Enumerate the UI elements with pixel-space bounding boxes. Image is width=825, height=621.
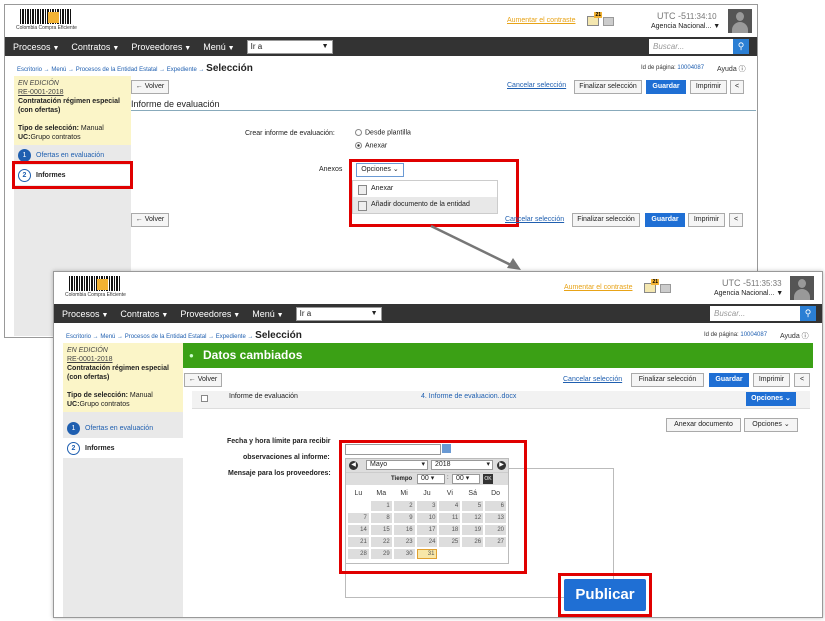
notification-icon[interactable]: 21 xyxy=(644,279,659,293)
nav-menu[interactable]: Menú xyxy=(203,42,234,52)
header: Colombia Compra Eficiente Aumentar el co… xyxy=(54,272,822,304)
help-link[interactable]: Ayuda ⓘ xyxy=(717,64,746,74)
finish-selection-button-bottom[interactable]: Finalizar selección xyxy=(572,213,640,227)
avatar[interactable] xyxy=(728,9,752,33)
help-link[interactable]: Ayuda ⓘ xyxy=(780,331,809,341)
deadline-label-2: observaciones al informe: xyxy=(243,454,330,461)
crumb-escritorio[interactable]: Escritorio xyxy=(17,67,42,73)
report-checkbox[interactable] xyxy=(201,395,208,402)
section-title: Informe de evaluación xyxy=(131,99,756,111)
crumb-expediente[interactable]: Expediente xyxy=(167,67,197,73)
cancel-selection-link[interactable]: Cancelar selección xyxy=(507,82,566,89)
radio-template[interactable]: Desde plantilla xyxy=(355,129,411,136)
nav-menu[interactable]: Menú xyxy=(252,309,283,319)
radio-attach[interactable]: Anexar xyxy=(355,142,387,149)
page-id: Id de página: 10004087 xyxy=(641,65,705,71)
nav-proveedores[interactable]: Proveedores xyxy=(131,42,191,52)
folder-icon[interactable] xyxy=(660,284,671,293)
main-nav: Procesos Contratos Proveedores Menú Ir a… xyxy=(54,304,822,323)
create-report-label: Crear informe de evaluación: xyxy=(245,130,335,137)
avatar[interactable] xyxy=(790,276,814,300)
search-input[interactable]: Buscar... xyxy=(649,39,733,54)
report-file-link[interactable]: 4. Informe de evaluacion..docx xyxy=(421,393,516,400)
finish-selection-button[interactable]: Finalizar selección xyxy=(631,373,704,387)
nav-procesos[interactable]: Procesos xyxy=(62,309,108,319)
options-button-2[interactable]: Opciones ⌄ xyxy=(744,418,798,432)
crumb-escritorio[interactable]: Escritorio xyxy=(66,334,91,340)
logo: Colombia Compra Eficiente xyxy=(16,9,77,31)
page-title: Selección xyxy=(206,63,253,74)
print-button-bottom[interactable]: Imprimir xyxy=(688,213,725,227)
report-label: Informe de evaluación xyxy=(229,393,298,400)
crumb-procesos[interactable]: Procesos de la Entidad Estatal xyxy=(76,67,158,73)
search-icon[interactable]: ⚲ xyxy=(733,39,749,54)
crumb-expediente[interactable]: Expediente xyxy=(216,334,246,340)
page-id: Id de página: 10004087 xyxy=(704,332,768,338)
step-informes[interactable]: 2 Informes xyxy=(63,438,183,458)
collapse-button[interactable]: < xyxy=(794,373,810,387)
collapse-button[interactable]: < xyxy=(730,80,744,94)
back-button[interactable]: ← Volver xyxy=(184,373,222,387)
print-button[interactable]: Imprimir xyxy=(753,373,790,387)
utc-clock: UTC -511:34:10 xyxy=(657,11,717,21)
goto-select[interactable]: Ir a xyxy=(246,39,333,54)
contrast-link[interactable]: Aumentar el contraste xyxy=(564,284,632,291)
crumb-menu[interactable]: Menú xyxy=(100,334,115,340)
annex-document-button[interactable]: Anexar documento xyxy=(666,418,741,432)
deadline-label-1: Fecha y hora límite para recibir xyxy=(227,438,331,445)
crumb-menu[interactable]: Menú xyxy=(51,67,66,73)
nav-procesos[interactable]: Procesos xyxy=(13,42,59,52)
main-nav: Procesos Contratos Proveedores Menú Ir a… xyxy=(5,37,757,56)
nav-contratos[interactable]: Contratos xyxy=(120,309,168,319)
transition-arrow xyxy=(430,224,521,270)
step-ofertas[interactable]: 1 Ofertas en evaluación xyxy=(63,418,183,438)
back-button[interactable]: ← Volver xyxy=(131,80,169,94)
finish-selection-button[interactable]: Finalizar selección xyxy=(574,80,642,94)
process-summary: EN EDICIÓN RE-0001-2018 Contratación rég… xyxy=(14,76,131,145)
folder-icon[interactable] xyxy=(603,17,614,26)
agency-menu[interactable]: Agencia Nacional... ▼ xyxy=(651,23,720,30)
crumb-procesos[interactable]: Procesos de la Entidad Estatal xyxy=(125,334,207,340)
message-label: Mensaje para los proveedores: xyxy=(228,470,331,477)
annex-label: Anexos xyxy=(319,166,343,173)
logo: Colombia Compra Eficiente xyxy=(65,276,126,298)
save-button[interactable]: Guardar xyxy=(709,373,749,387)
options-button[interactable]: Opciones ⌄ xyxy=(746,392,796,406)
highlight-calendar xyxy=(339,440,527,574)
print-button[interactable]: Imprimir xyxy=(690,80,727,94)
search-input[interactable]: Buscar... xyxy=(710,306,800,321)
header: Colombia Compra Eficiente Aumentar el co… xyxy=(5,5,757,37)
agency-menu[interactable]: Agencia Nacional... ▼ xyxy=(714,290,783,297)
notification-icon[interactable]: 21 xyxy=(587,12,602,26)
screenshot-after: Colombia Compra Eficiente Aumentar el co… xyxy=(53,271,823,618)
page-title: Selección xyxy=(255,330,302,341)
save-button-bottom[interactable]: Guardar xyxy=(645,213,685,227)
success-banner: Datos cambiados xyxy=(183,343,813,368)
contrast-link[interactable]: Aumentar el contraste xyxy=(507,17,575,24)
breadcrumb: Escritorio → Menú → Procesos de la Entid… xyxy=(17,63,253,74)
highlight-informes xyxy=(12,161,133,189)
cancel-selection-link[interactable]: Cancelar selección xyxy=(563,376,622,383)
highlight-publish xyxy=(558,573,652,617)
collapse-button-bottom[interactable]: < xyxy=(729,213,743,227)
nav-contratos[interactable]: Contratos xyxy=(71,42,119,52)
goto-select[interactable]: Ir a xyxy=(295,306,382,321)
sidebar: EN EDICIÓN RE-0001-2018 Contratación rég… xyxy=(63,343,183,617)
utc-clock: UTC -511:35:33 xyxy=(722,278,782,288)
search-icon[interactable]: ⚲ xyxy=(800,306,816,321)
process-summary: EN EDICIÓN RE-0001-2018 Contratación rég… xyxy=(63,343,183,412)
back-button-bottom[interactable]: ← Volver xyxy=(131,213,169,227)
breadcrumb: Escritorio → Menú → Procesos de la Entid… xyxy=(66,330,302,341)
highlight-options xyxy=(349,159,519,227)
save-button[interactable]: Guardar xyxy=(646,80,686,94)
nav-proveedores[interactable]: Proveedores xyxy=(180,309,240,319)
